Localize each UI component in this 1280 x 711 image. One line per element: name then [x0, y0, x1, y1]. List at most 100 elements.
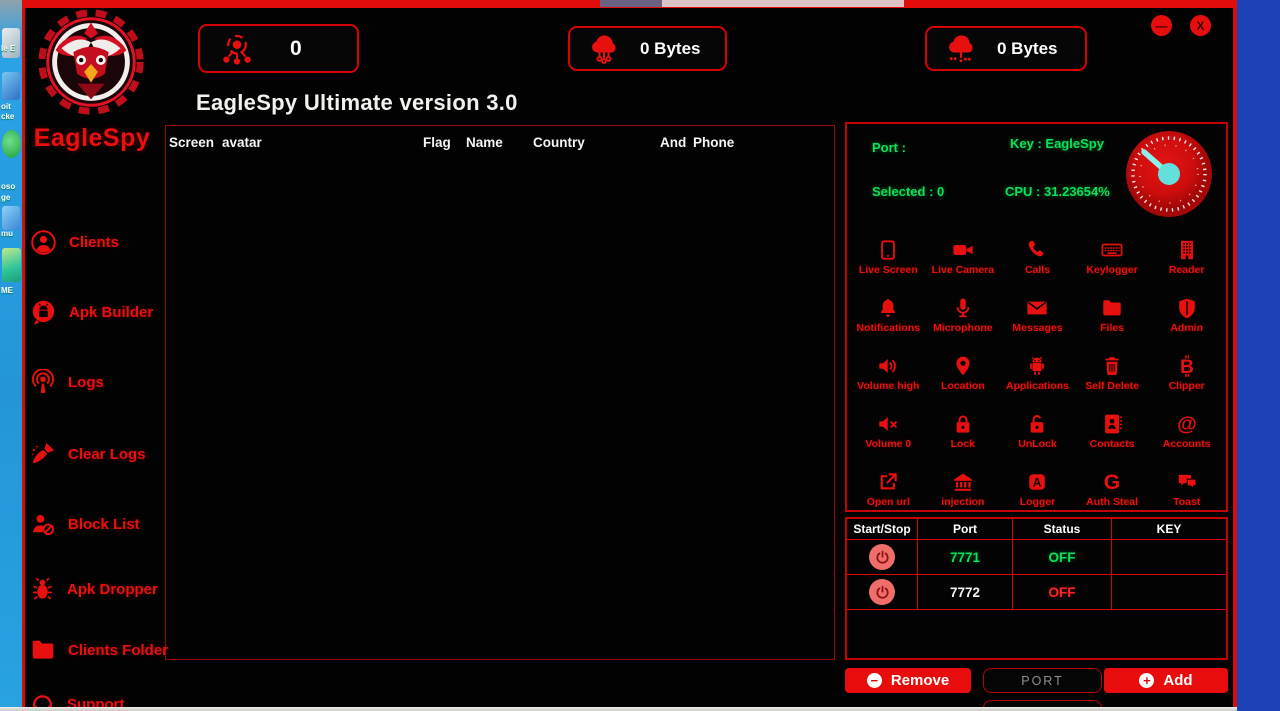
- action-location[interactable]: Location: [926, 336, 1001, 394]
- desktop-icon-fragment[interactable]: [2, 72, 20, 100]
- bitcoin-icon: [1176, 355, 1198, 377]
- remove-button-label: Remove: [890, 672, 950, 689]
- action-label: Microphone: [933, 322, 993, 334]
- desktop-label-fragment: oit: [1, 102, 11, 111]
- add-button-label: Add: [1163, 672, 1193, 689]
- sidebar-item-logs[interactable]: Logs: [30, 369, 104, 395]
- sidebar-item-label: Clients: [69, 234, 120, 251]
- action-label: Self Delete: [1085, 380, 1139, 392]
- action-contacts[interactable]: Contacts: [1075, 394, 1150, 452]
- desktop-icon-fragment[interactable]: [2, 248, 21, 282]
- phone-icon: [1026, 239, 1048, 261]
- action-admin[interactable]: Admin: [1149, 278, 1224, 336]
- action-files[interactable]: Files: [1075, 278, 1150, 336]
- action-logger[interactable]: Logger: [1000, 452, 1075, 510]
- action-volume-high[interactable]: Volume high: [851, 336, 926, 394]
- selected-label: Selected : 0: [872, 184, 945, 199]
- action-label: Accounts: [1162, 438, 1211, 450]
- ports-header-startstop: Start/Stop: [847, 519, 918, 540]
- sidebar-item-block-list[interactable]: Block List: [30, 511, 140, 537]
- minimize-button[interactable]: —: [1151, 15, 1172, 36]
- taskbar-edge: [0, 707, 1237, 711]
- sidebar-item-clear-logs[interactable]: Clear Logs: [30, 441, 146, 467]
- action-applications[interactable]: Applications: [1000, 336, 1075, 394]
- desktop-label-fragment: oso: [1, 182, 16, 191]
- add-port-button[interactable]: + Add: [1104, 668, 1228, 693]
- sidebar-item-clients-folder[interactable]: Clients Folder: [30, 637, 168, 663]
- keyboard-icon: [1101, 239, 1123, 261]
- action-injection[interactable]: injection: [926, 452, 1001, 510]
- action-self-delete[interactable]: Self Delete: [1075, 336, 1150, 394]
- action-toast[interactable]: Toast: [1149, 452, 1224, 510]
- action-live-screen[interactable]: Live Screen: [851, 220, 926, 278]
- action-label: Reader: [1168, 264, 1205, 276]
- action-label: Live Screen: [858, 264, 918, 276]
- desktop-right-strip: [1237, 0, 1280, 711]
- action-messages[interactable]: Messages: [1000, 278, 1075, 336]
- action-live-camera[interactable]: Live Camera: [926, 220, 1001, 278]
- power-toggle-button[interactable]: [869, 579, 895, 605]
- clients-counter-box: 0: [198, 24, 359, 73]
- action-auth-steal[interactable]: Auth Steal: [1075, 452, 1150, 510]
- action-label: Notifications: [856, 322, 921, 334]
- plus-circle-icon: +: [1139, 673, 1155, 688]
- building-icon: [1176, 239, 1198, 261]
- chat-bubbles-icon: [1176, 471, 1198, 493]
- upload-traffic-box: 0 Bytes: [568, 26, 727, 71]
- sidebar-item-clients[interactable]: Clients: [30, 229, 119, 256]
- action-label: Clipper: [1168, 380, 1205, 392]
- sidebar-item-label: Clear Logs: [68, 445, 146, 463]
- recycle-bin-icon[interactable]: [2, 28, 20, 58]
- sidebar-item-label: Apk Builder: [69, 304, 154, 321]
- close-button[interactable]: X: [1190, 15, 1211, 36]
- minus-circle-icon: −: [866, 673, 882, 688]
- screen-icon: [877, 239, 899, 261]
- column-header-avatar: avatar: [222, 135, 262, 150]
- key-label: Key : EagleSpy: [1010, 136, 1104, 151]
- power-toggle-button[interactable]: [869, 544, 895, 570]
- port-row-7771: 7771 OFF: [847, 540, 1226, 575]
- sidebar-item-apk-builder[interactable]: Apk Builder: [30, 299, 153, 326]
- action-microphone[interactable]: Microphone: [926, 278, 1001, 336]
- cpu-label: CPU : 31.23654%: [1005, 184, 1110, 199]
- column-header-screen: Screen: [169, 135, 215, 150]
- cpu-gauge: [1126, 131, 1212, 217]
- desktop-label-fragment: mu: [1, 229, 13, 238]
- sidebar-item-apk-dropper[interactable]: Apk Dropper: [30, 577, 158, 602]
- ports-header-port: Port: [918, 519, 1013, 540]
- action-label: Calls: [1024, 264, 1051, 276]
- botnet-clients-icon: [220, 32, 254, 66]
- port-number: 7772: [918, 575, 1013, 610]
- action-reader[interactable]: Reader: [1149, 220, 1224, 278]
- action-label: Files: [1100, 322, 1125, 334]
- desktop-icon-fragment[interactable]: [2, 130, 21, 158]
- action-volume-0[interactable]: Volume 0: [851, 394, 926, 452]
- sidebar-item-label: Apk Dropper: [67, 581, 158, 598]
- clients-count-value: 0: [290, 36, 302, 60]
- action-label: UnLock: [1018, 438, 1057, 450]
- action-accounts[interactable]: Accounts: [1149, 394, 1224, 452]
- port-key: [1112, 575, 1226, 610]
- action-notifications[interactable]: Notifications: [851, 278, 926, 336]
- action-clipper[interactable]: Clipper: [1149, 336, 1224, 394]
- ports-table-header-row: Start/Stop Port Status KEY: [847, 519, 1226, 540]
- action-calls[interactable]: Calls: [1000, 220, 1075, 278]
- volume-mute-icon: [877, 413, 899, 435]
- action-keylogger[interactable]: Keylogger: [1075, 220, 1150, 278]
- port-input[interactable]: [983, 668, 1102, 693]
- lock-icon: [952, 413, 974, 435]
- download-traffic-box: 0 Bytes: [925, 26, 1087, 71]
- video-camera-icon: [952, 239, 974, 261]
- action-open-url[interactable]: Open url: [851, 452, 926, 510]
- actions-grid: Live Screen Live Camera Calls Keylogger …: [851, 220, 1224, 510]
- desktop-icon-fragment[interactable]: [2, 206, 20, 230]
- user-block-icon: [30, 511, 56, 537]
- desktop-label-fragment: le E: [1, 44, 16, 53]
- column-header-name: Name: [466, 135, 503, 150]
- eaglespy-logo: [38, 9, 144, 115]
- remove-port-button[interactable]: − Remove: [845, 668, 971, 693]
- action-unlock[interactable]: UnLock: [1000, 394, 1075, 452]
- desktop-label-fragment: ge: [1, 193, 11, 202]
- action-lock[interactable]: Lock: [926, 394, 1001, 452]
- google-g-icon: [1101, 471, 1123, 493]
